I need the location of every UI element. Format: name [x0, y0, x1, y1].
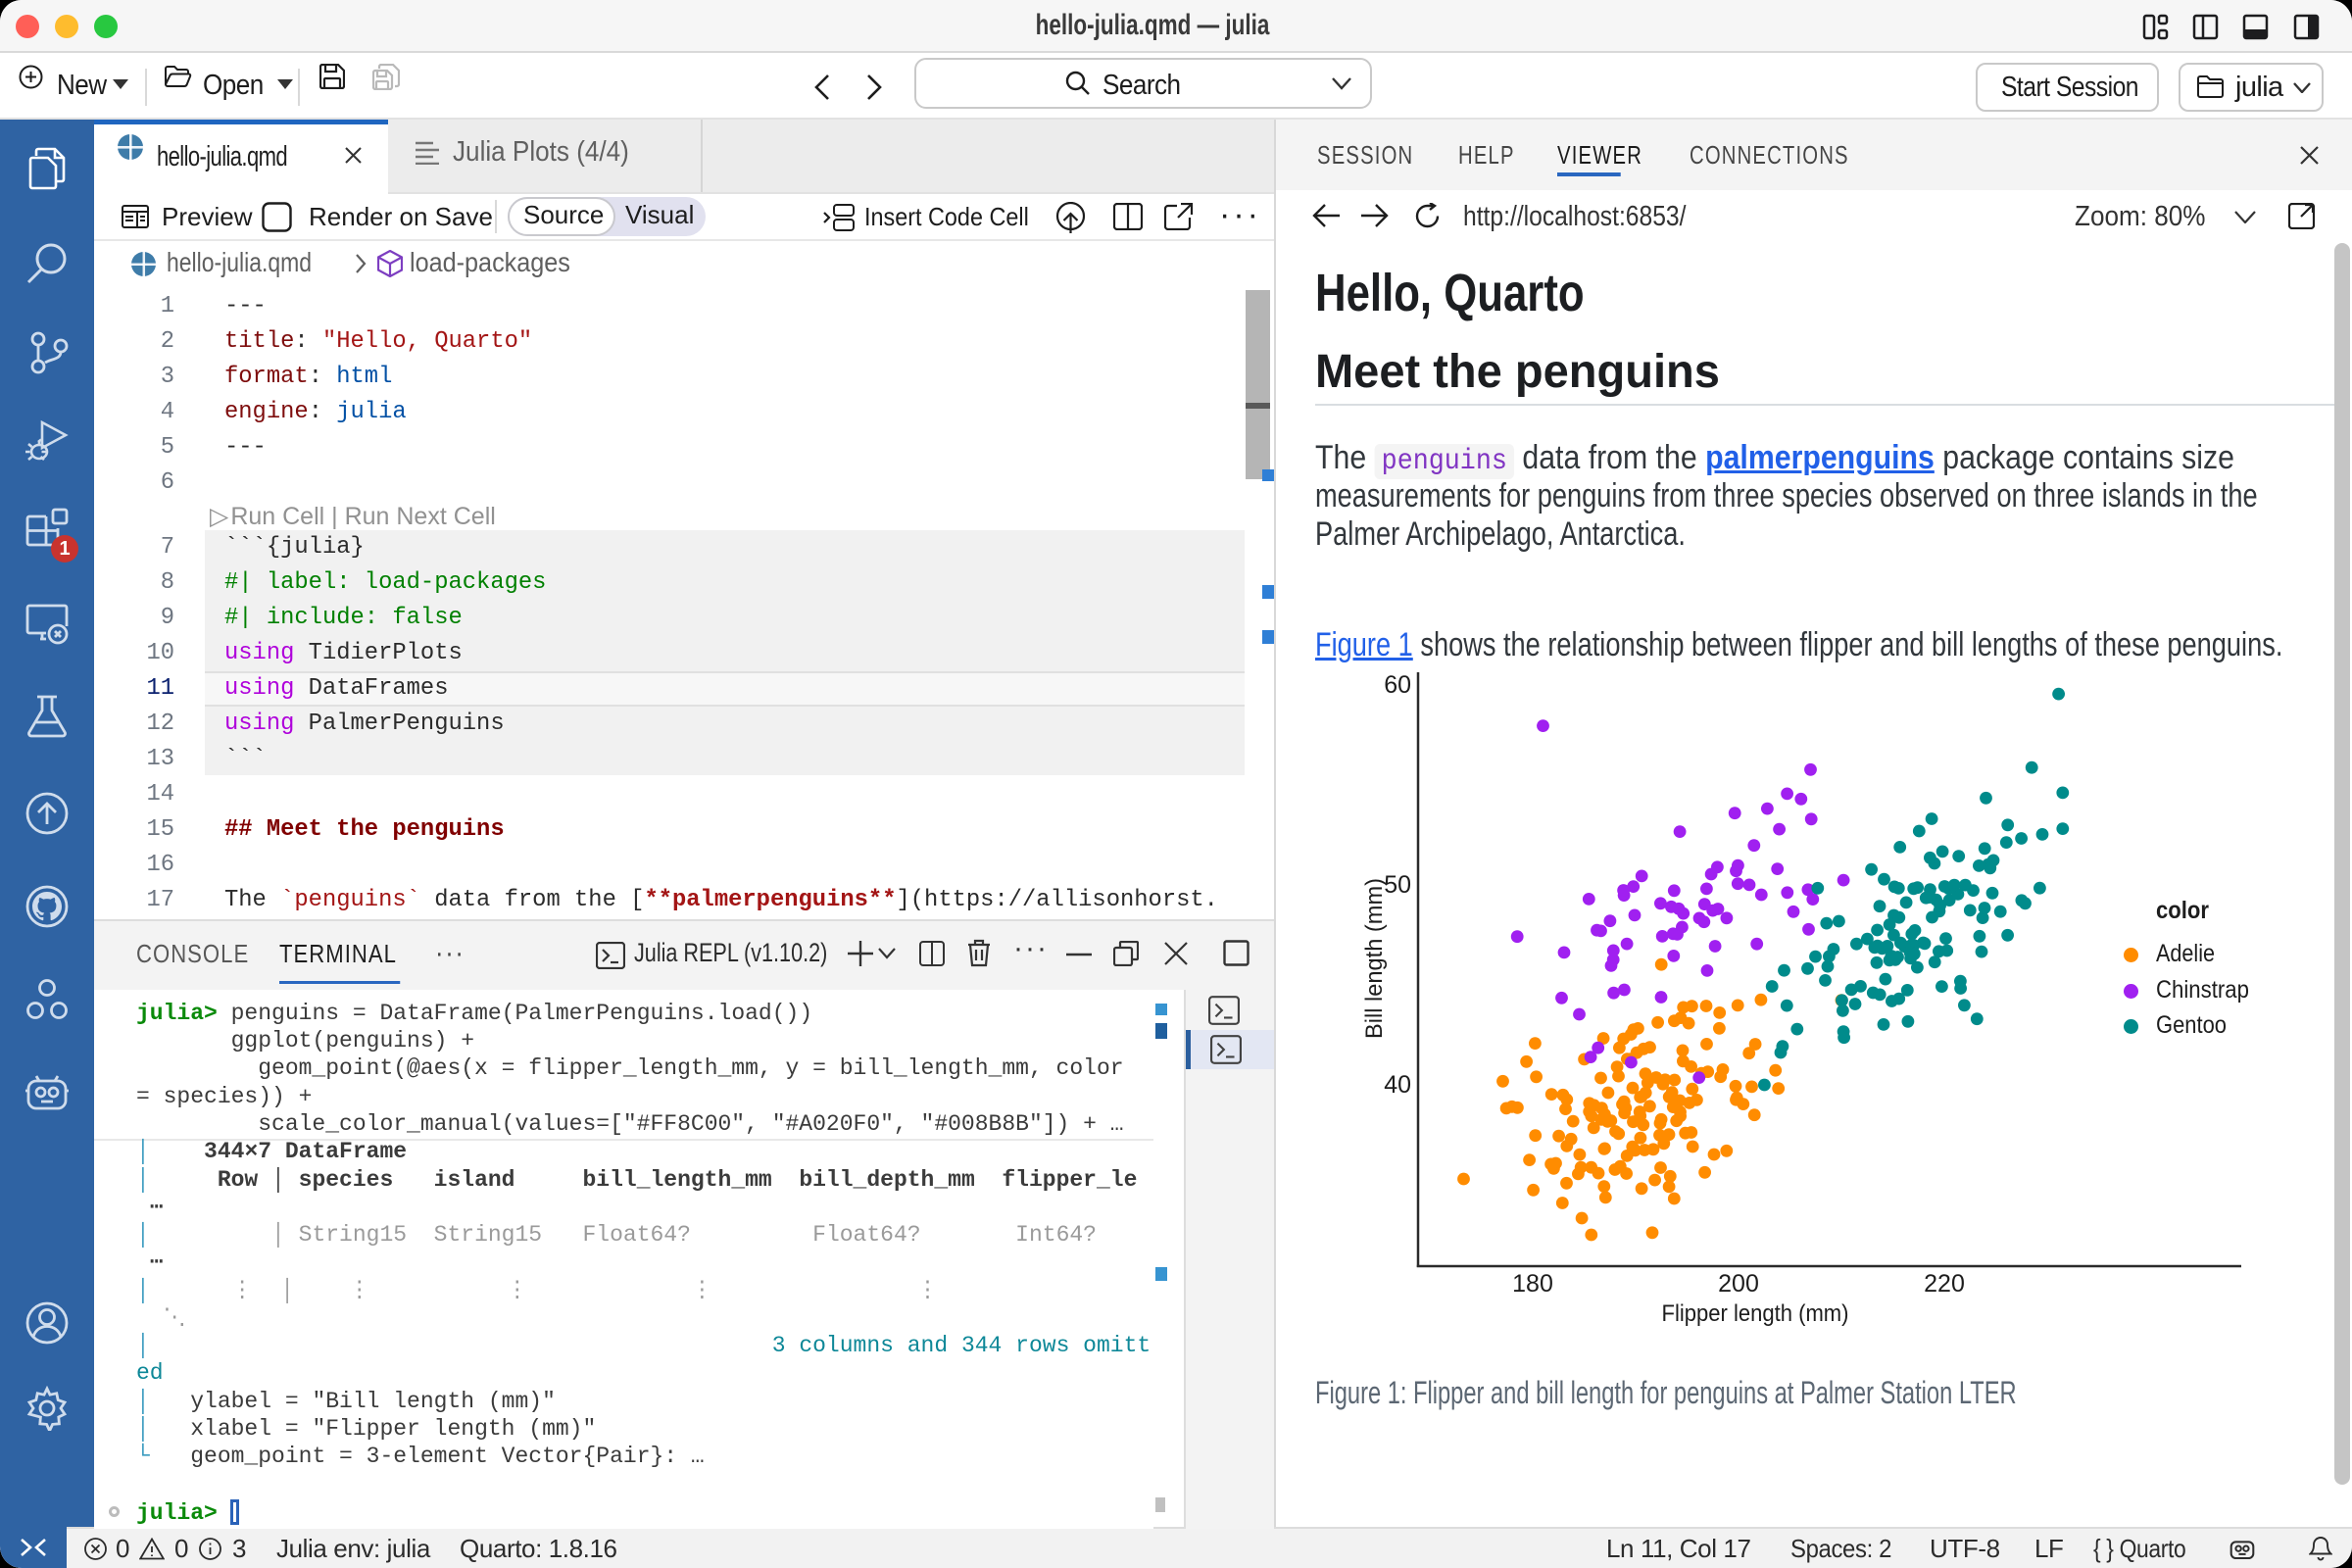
svg-text:Chinstrap: Chinstrap	[2156, 976, 2249, 1004]
svg-text:Adelie: Adelie	[2156, 940, 2215, 967]
svg-text:40: 40	[1384, 1071, 1411, 1099]
svg-text:Flipper length (mm): Flipper length (mm)	[1662, 1300, 1849, 1327]
svg-text:Gentoo: Gentoo	[2156, 1011, 2227, 1039]
svg-text:180: 180	[1512, 1270, 1553, 1298]
svg-text:Bill length (mm): Bill length (mm)	[1361, 878, 1388, 1039]
svg-text:60: 60	[1384, 671, 1411, 699]
svg-text:color: color	[2156, 897, 2209, 924]
svg-text:50: 50	[1384, 871, 1411, 899]
svg-text:220: 220	[1924, 1270, 1965, 1298]
svg-text:200: 200	[1718, 1270, 1759, 1298]
